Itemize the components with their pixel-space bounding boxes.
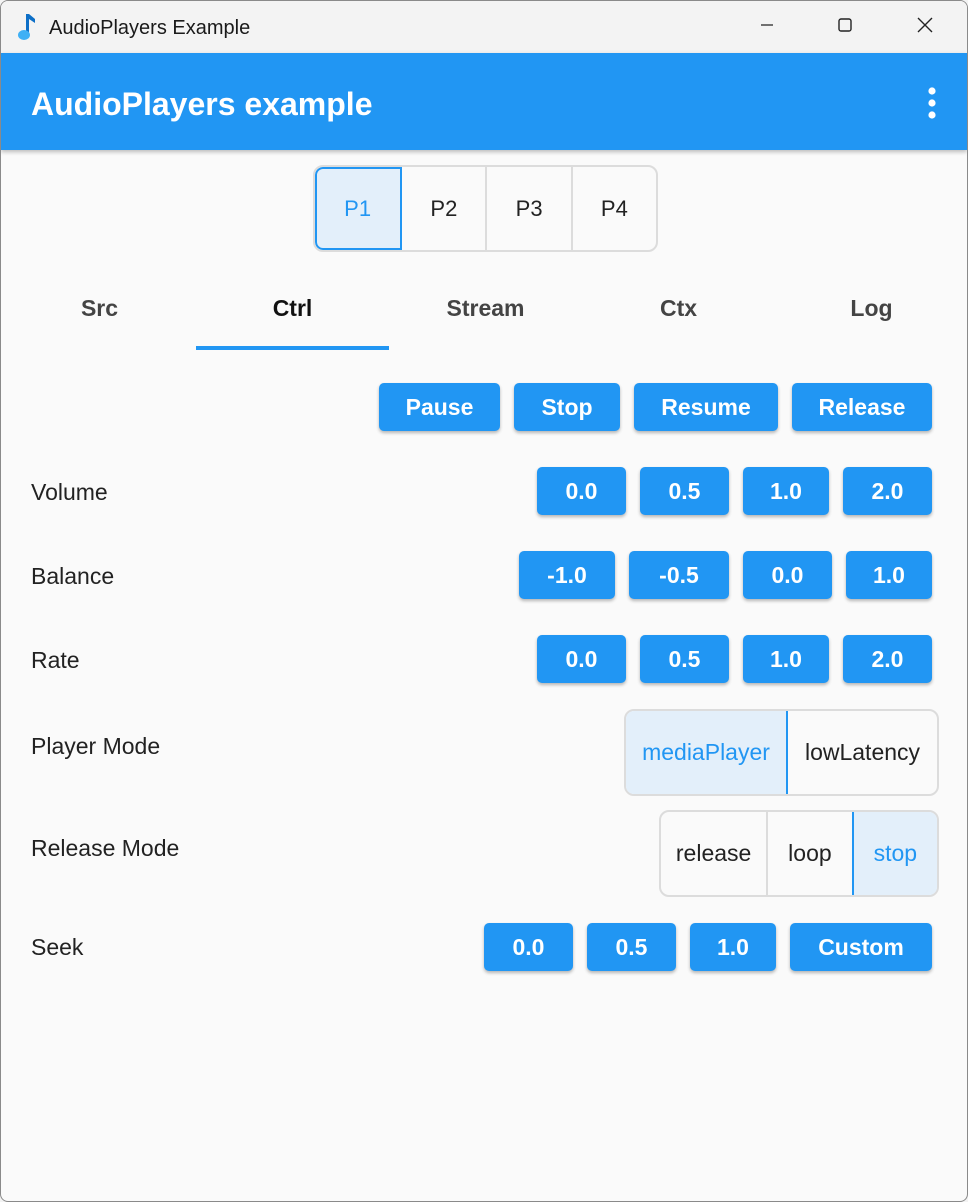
tab-stream[interactable]: Stream: [389, 271, 582, 345]
player-p4[interactable]: P4: [570, 167, 656, 250]
rate-button-2[interactable]: 2.0: [843, 635, 932, 683]
player-p2[interactable]: P2: [400, 167, 485, 250]
release-mode-release[interactable]: release: [661, 812, 766, 895]
more-vert-icon[interactable]: [917, 83, 947, 123]
player-p1[interactable]: P1: [315, 167, 401, 250]
balance-button-1[interactable]: 1.0: [846, 551, 932, 599]
tab-log[interactable]: Log: [775, 271, 967, 345]
volume-button-0[interactable]: 0.0: [537, 467, 626, 515]
pause-button[interactable]: Pause: [379, 383, 500, 431]
seek-button-1[interactable]: 1.0: [690, 923, 776, 971]
minimize-button[interactable]: [727, 1, 807, 53]
minimize-icon: [759, 17, 775, 38]
balance-button-minus-0-5[interactable]: -0.5: [629, 551, 729, 599]
player-selector: P1 P2 P3 P4: [313, 165, 658, 252]
app-window: AudioPlayers Example AudioPlayers exampl…: [0, 0, 968, 1202]
balance-button-minus-1[interactable]: -1.0: [519, 551, 615, 599]
volume-label: Volume: [31, 479, 108, 505]
music-note-icon: [17, 13, 37, 41]
tab-bar: Src Ctrl Stream Ctx Log: [1, 271, 967, 351]
player-mode-mediaplayer[interactable]: mediaPlayer: [626, 711, 788, 794]
page-title: AudioPlayers example: [31, 86, 373, 122]
close-button[interactable]: [885, 1, 965, 53]
volume-button-1[interactable]: 1.0: [743, 467, 829, 515]
release-mode-stop[interactable]: stop: [851, 812, 937, 895]
volume-button-0-5[interactable]: 0.5: [640, 467, 729, 515]
window-title: AudioPlayers Example: [49, 17, 251, 39]
rate-button-1[interactable]: 1.0: [743, 635, 829, 683]
player-mode-selector: mediaPlayer lowLatency: [624, 709, 939, 796]
volume-button-2[interactable]: 2.0: [843, 467, 932, 515]
seek-button-0[interactable]: 0.0: [484, 923, 573, 971]
maximize-button[interactable]: [805, 1, 885, 53]
tab-ctx[interactable]: Ctx: [582, 271, 775, 345]
player-mode-lowlatency[interactable]: lowLatency: [788, 711, 937, 794]
tab-indicator: [196, 346, 389, 350]
seek-button-0-5[interactable]: 0.5: [587, 923, 676, 971]
release-button[interactable]: Release: [792, 383, 932, 431]
rate-button-0[interactable]: 0.0: [537, 635, 626, 683]
seek-button-custom[interactable]: Custom: [790, 923, 932, 971]
rate-label: Rate: [31, 647, 80, 673]
balance-label: Balance: [31, 563, 115, 589]
title-bar: AudioPlayers Example: [1, 1, 967, 53]
stop-button[interactable]: Stop: [514, 383, 620, 431]
rate-button-0-5[interactable]: 0.5: [640, 635, 729, 683]
seek-label: Seek: [31, 934, 84, 960]
release-mode-selector: release loop stop: [659, 810, 939, 897]
tab-src[interactable]: Src: [3, 271, 196, 345]
release-mode-label: Release Mode: [31, 835, 180, 861]
tab-ctrl[interactable]: Ctrl: [196, 271, 389, 345]
player-p3[interactable]: P3: [485, 167, 570, 250]
close-icon: [916, 16, 934, 39]
balance-button-0[interactable]: 0.0: [743, 551, 832, 599]
maximize-icon: [837, 17, 853, 38]
app-bar: AudioPlayers example: [1, 53, 967, 150]
release-mode-loop[interactable]: loop: [766, 812, 851, 895]
player-mode-label: Player Mode: [31, 733, 161, 759]
resume-button[interactable]: Resume: [634, 383, 778, 431]
